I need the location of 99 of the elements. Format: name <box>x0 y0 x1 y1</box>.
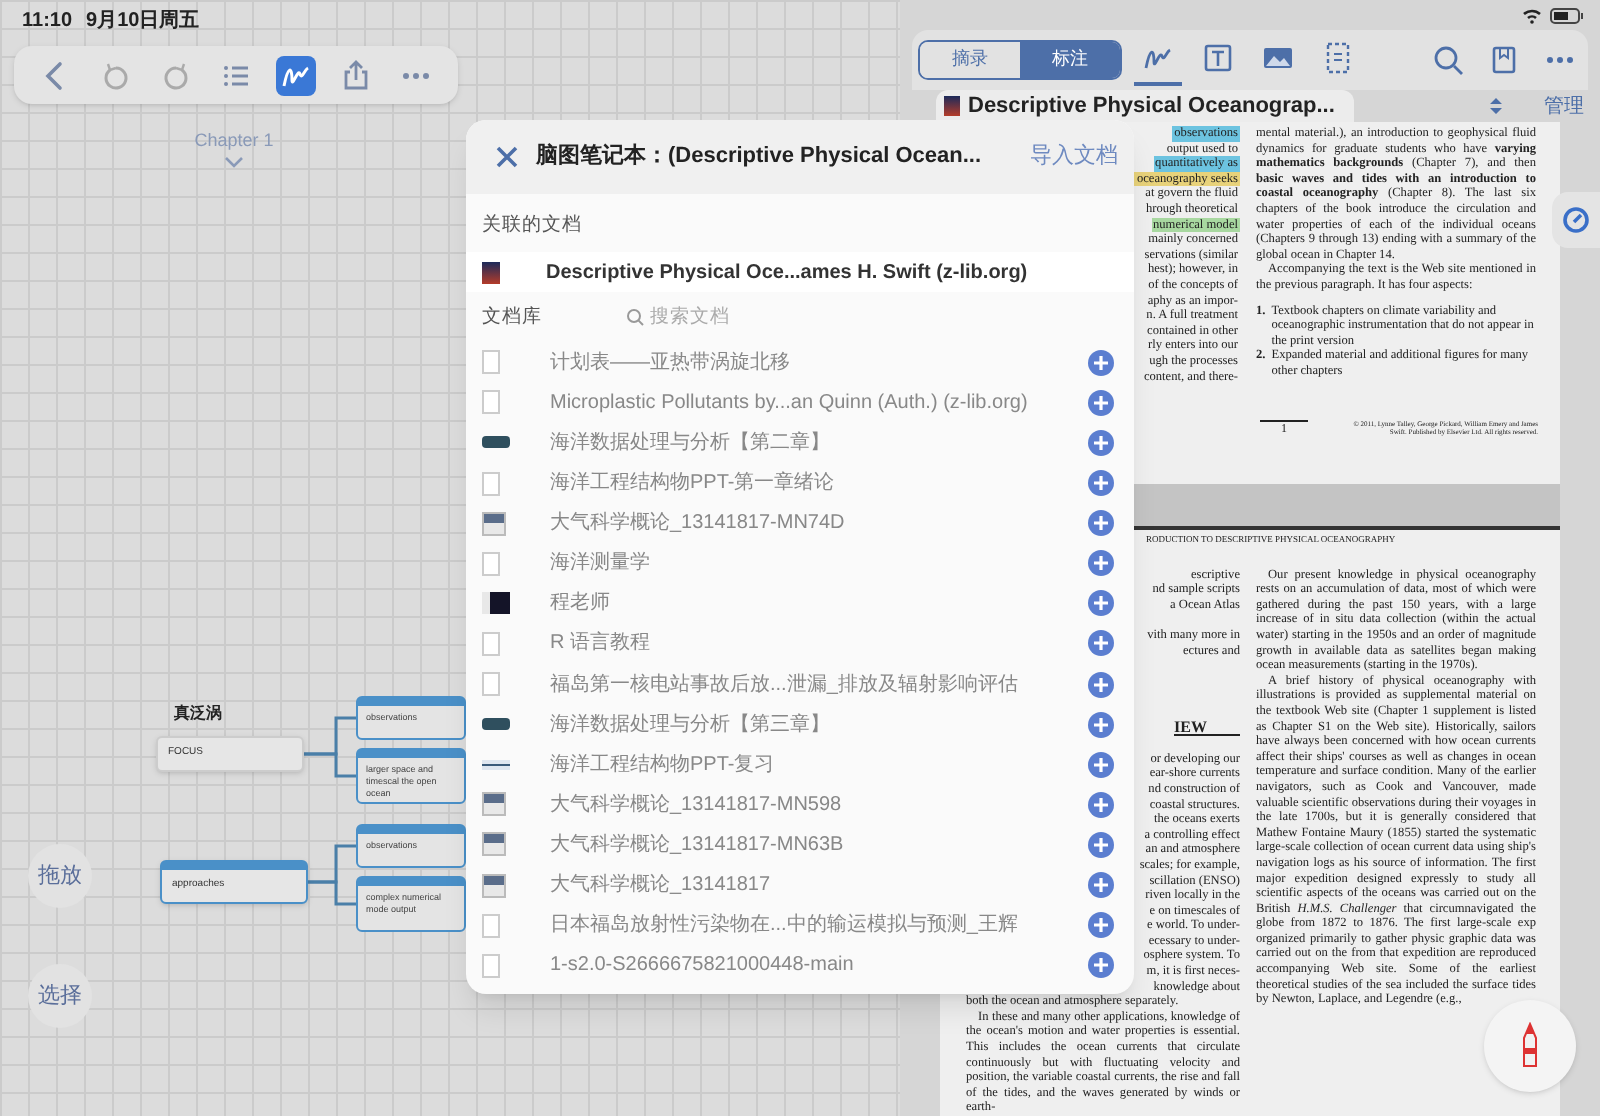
book-cover-thumbnail <box>944 96 960 116</box>
banner-thumbnail <box>482 436 510 449</box>
document-row[interactable]: 海洋测量学 <box>466 543 1134 584</box>
import-button[interactable]: 导入文档 <box>1030 140 1118 174</box>
chevron-down-icon[interactable] <box>224 155 244 167</box>
document-row[interactable]: 福岛第一核电站事故后放...泄漏_排放及辐射影响评估 <box>466 664 1134 705</box>
title-text: 真泛涡 <box>174 700 222 724</box>
slide-thumbnail <box>482 792 506 817</box>
search-icon <box>626 308 644 327</box>
document-row[interactable]: 海洋数据处理与分析【第二章】 <box>466 422 1134 464</box>
manage-button[interactable]: 管理 <box>1544 91 1584 121</box>
document-title: 海洋测量学 <box>550 549 652 579</box>
add-icon[interactable] <box>1088 791 1114 818</box>
squiggle-pen-button[interactable] <box>276 55 316 95</box>
document-row[interactable]: 大气科学概论_13141817-MN74D <box>466 503 1134 544</box>
add-icon[interactable] <box>1088 470 1114 497</box>
document-title: R 语言教程 <box>550 629 652 659</box>
segment-tab[interactable]: 标注 <box>1020 42 1120 78</box>
document-thumbnail <box>482 471 500 496</box>
document-row[interactable]: 1-s2.0-S2666675821000448-main <box>466 945 1134 986</box>
document-title: Microplastic Pollutants by...an Quinn (Auth.) (z-lib.org) <box>550 389 1030 418</box>
document-title: 计划表——亚热带涡旋北移 <box>550 349 792 378</box>
banner-thumbnail <box>482 718 510 731</box>
document-title: 程老师 <box>550 589 612 619</box>
document-title: 1-s2.0-S2666675821000448-main <box>550 952 856 981</box>
compass-icon <box>1562 206 1590 234</box>
add-icon[interactable] <box>1088 751 1114 778</box>
section-label: 关联的文档 <box>480 212 584 240</box>
sort-icon[interactable] <box>1488 96 1504 116</box>
dark-thumbnail <box>482 592 510 615</box>
close-icon <box>495 146 517 168</box>
search-icon <box>1430 42 1466 78</box>
document-title: Descriptive Physical Oceanograp... <box>968 91 1335 122</box>
search-field[interactable]: 搜索文档 <box>650 303 810 332</box>
side-button[interactable]: 选择 <box>28 964 92 1028</box>
document-row[interactable]: 程老师 <box>466 583 1134 624</box>
document-title: 日本福岛放射性污染物在...中的输运模拟与预测_王辉 <box>550 911 1020 941</box>
battery-icon <box>1550 7 1584 23</box>
document-thumbnail <box>482 672 500 697</box>
document-row[interactable]: 海洋工程结构物PPT-复习 <box>466 744 1134 785</box>
document-tab[interactable]: Descriptive Physical Oceanograp... <box>936 90 1355 122</box>
add-icon[interactable] <box>1088 590 1114 617</box>
side-button[interactable]: 拖放 <box>28 844 92 908</box>
slide-thumbnail <box>482 832 506 857</box>
book-cover-thumbnail <box>482 261 500 284</box>
section-heading: IEW <box>1174 719 1240 737</box>
add-icon[interactable] <box>1088 711 1114 738</box>
document-row[interactable]: 计划表——亚热带涡旋北移 <box>466 342 1134 383</box>
section-label: 文档库 <box>482 303 542 332</box>
document-title: 海洋数据处理与分析【第二章】 <box>550 429 832 458</box>
document-thumbnail <box>482 350 500 375</box>
linked-document[interactable]: Descriptive Physical Oce...ames H. Swift (z-lib.org) <box>466 252 1134 293</box>
add-icon[interactable] <box>1088 349 1114 376</box>
add-icon[interactable] <box>1088 429 1114 456</box>
document-title: 海洋数据处理与分析【第三章】 <box>550 711 832 740</box>
wifi-icon <box>1522 7 1542 23</box>
add-icon[interactable] <box>1088 510 1114 537</box>
compass-button[interactable] <box>1552 192 1600 248</box>
text-box-icon <box>1200 40 1236 76</box>
document-thumbnail <box>482 551 500 576</box>
add-icon[interactable] <box>1088 952 1114 979</box>
linked-document-title: Descriptive Physical Oce...ames H. Swift (z-lib.org) <box>546 259 1028 288</box>
document-row[interactable]: 海洋数据处理与分析【第三章】 <box>466 704 1134 745</box>
document-row[interactable]: 大气科学概论_13141817 <box>466 864 1134 906</box>
document-title: 大气科学概论_13141817-MN598 <box>550 791 844 820</box>
pencil-icon <box>1520 1022 1540 1070</box>
banner-thumbnail <box>482 759 510 770</box>
more-icon <box>1546 56 1574 64</box>
dialog-title: 脑图笔记本：(Descriptive Physical Ocean... <box>536 141 982 173</box>
document-row[interactable]: 大气科学概论_13141817-MN598 <box>466 784 1134 825</box>
add-icon[interactable] <box>1088 630 1114 657</box>
document-row[interactable]: 日本福岛放射性污染物在...中的输运模拟与预测_王辉 <box>466 905 1134 946</box>
close-button[interactable] <box>494 145 518 169</box>
document-title: 海洋工程结构物PPT-复习 <box>550 751 777 780</box>
document-row[interactable]: 海洋工程结构物PPT-第一章绪论 <box>466 463 1134 504</box>
document-title: 海洋工程结构物PPT-第一章绪论 <box>550 469 837 499</box>
document-row[interactable]: R 语言教程 <box>466 623 1134 664</box>
add-icon[interactable] <box>1088 671 1114 698</box>
document-thumbnail <box>482 390 500 415</box>
add-icon[interactable] <box>1088 912 1114 939</box>
document-title: 福岛第一核电站事故后放...泄漏_排放及辐射影响评估 <box>550 671 1020 700</box>
add-icon[interactable] <box>1088 389 1114 416</box>
add-icon[interactable] <box>1088 872 1114 899</box>
add-icon[interactable] <box>1088 831 1114 858</box>
document-title: 大气科学概论_13141817 <box>550 871 773 901</box>
slide-thumbnail <box>482 511 506 536</box>
status-time: 11:10 <box>22 8 73 36</box>
document-row[interactable]: Microplastic Pollutants by...an Quinn (Auth.) (z-lib.org) <box>466 382 1134 423</box>
document-row[interactable]: 大气科学概论_13141817-MN63B <box>466 824 1134 865</box>
chapter-label: Chapter 1 <box>194 128 274 154</box>
status-date: 9月10日周五 <box>86 8 200 36</box>
document-title: 大气科学概论_13141817-MN63B <box>550 831 846 860</box>
more-icon <box>402 71 430 79</box>
document-thumbnail <box>482 913 500 938</box>
document-thumbnail <box>482 953 500 978</box>
slide-thumbnail <box>482 873 506 898</box>
add-icon[interactable] <box>1088 550 1114 577</box>
document-title: 大气科学概论_13141817-MN74D <box>550 509 847 539</box>
document-thumbnail <box>482 631 500 656</box>
